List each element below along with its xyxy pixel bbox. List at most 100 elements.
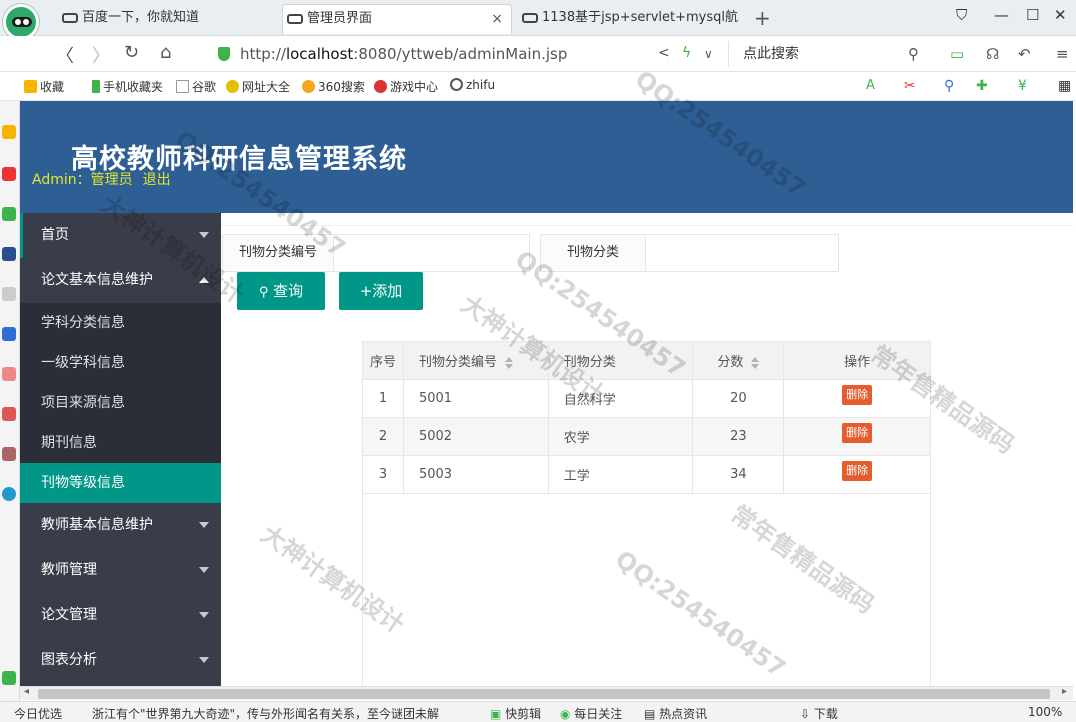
- sidebar-sub-project-source[interactable]: 项目来源信息: [20, 383, 221, 423]
- col-header-score[interactable]: 分数: [692, 341, 785, 380]
- game1-side-icon[interactable]: [2, 367, 16, 381]
- bookmark-label: 游戏中心: [390, 80, 439, 94]
- sidebar-sub-journal-level[interactable]: 刊物等级信息: [20, 463, 221, 503]
- lightning-icon[interactable]: ϟ: [682, 45, 691, 61]
- mail-side-icon[interactable]: [2, 207, 16, 221]
- col-header-code[interactable]: 刊物分类编号: [402, 341, 549, 380]
- tab-jsp[interactable]: 1138基于jsp+servlet+mysql航: [518, 4, 746, 34]
- bookmark-360[interactable]: 360搜索: [302, 78, 365, 95]
- table-row: 3 5003 工学 34 删除: [362, 455, 931, 494]
- refresh-icon[interactable]: ↻: [124, 42, 139, 63]
- close-tab-icon[interactable]: ×: [491, 5, 503, 33]
- row-code: 5002: [402, 417, 549, 456]
- quick-clip[interactable]: ▣ 快剪辑: [490, 705, 541, 722]
- sidebar-item-paper-management[interactable]: 论文管理: [20, 593, 221, 638]
- bottom-side-icon[interactable]: [2, 671, 16, 685]
- sidebar-sub-subject-category[interactable]: 学科分类信息: [20, 303, 221, 343]
- sidebar-item-teacher-management[interactable]: 教师管理: [20, 548, 221, 593]
- sort-icon[interactable]: [504, 356, 513, 369]
- col-header-action: 操作: [783, 341, 931, 380]
- download[interactable]: ⇩ 下载: [800, 705, 838, 722]
- sidebar-item-home[interactable]: 首页: [20, 213, 221, 258]
- shirt-icon[interactable]: ⛉: [956, 6, 967, 24]
- address-bar: 〈 〉 ↻ ⌂ http://localhost:8080/yttweb/adm…: [0, 36, 1076, 72]
- logout-link[interactable]: 退出: [143, 172, 171, 188]
- bookmark-sites[interactable]: 网址大全: [226, 78, 290, 95]
- row-score: 34: [692, 455, 785, 494]
- sidebar-item-label: 论文管理: [41, 607, 97, 623]
- browser-side-strip: [0, 101, 20, 701]
- sidebar-item-teacher-maintenance[interactable]: 教师基本信息维护: [20, 503, 221, 548]
- delete-button[interactable]: 删除: [842, 385, 873, 405]
- yen-icon[interactable]: ¥: [1018, 78, 1027, 94]
- doc-side-icon[interactable]: [2, 287, 16, 301]
- game3-side-icon[interactable]: [2, 447, 16, 461]
- search-icon[interactable]: ⚲: [908, 45, 919, 63]
- sidebar-sub-label: 学科分类信息: [41, 315, 125, 331]
- news-side-icon[interactable]: [2, 247, 16, 261]
- bookmark-google[interactable]: 谷歌: [176, 78, 216, 95]
- header-label: 序号: [369, 355, 396, 370]
- add-button[interactable]: +添加: [339, 272, 423, 310]
- battery-icon[interactable]: ▭: [950, 45, 964, 63]
- menu-icon[interactable]: ≡: [1056, 45, 1069, 63]
- page-icon: [176, 80, 189, 93]
- status-label: 热点资讯: [659, 707, 708, 721]
- journal-category-input[interactable]: [651, 235, 837, 271]
- back-icon[interactable]: 〈: [56, 42, 74, 68]
- chat-side-icon[interactable]: [2, 327, 16, 341]
- bookmark-zhifu[interactable]: zhifu: [450, 78, 495, 92]
- sidebar-item-chart-analysis[interactable]: 图表分析: [20, 638, 221, 683]
- arrow-side-icon[interactable]: [2, 487, 16, 501]
- horizontal-scrollbar[interactable]: ◂ ▸: [20, 686, 1073, 700]
- share-icon[interactable]: <: [658, 45, 670, 61]
- chevron-down-icon[interactable]: ∨: [704, 47, 713, 61]
- game2-side-icon[interactable]: [2, 407, 16, 421]
- query-button[interactable]: ⚲ 查询: [237, 272, 325, 310]
- delete-button[interactable]: 删除: [842, 423, 873, 443]
- journal-category-label: 刊物分类: [541, 235, 647, 271]
- scroll-left-icon[interactable]: ◂: [24, 686, 29, 697]
- bookmark-favorites[interactable]: 收藏: [24, 78, 64, 95]
- scissors-icon[interactable]: ✂: [904, 78, 916, 94]
- magnifier-icon[interactable]: ⚲: [944, 78, 954, 94]
- sort-icon[interactable]: [751, 356, 760, 369]
- browser-tab-bar: 百度一下，你就知道 管理员界面 × 1138基于jsp+servlet+mysq…: [0, 0, 1076, 40]
- sidebar-sub-journal[interactable]: 期刊信息: [20, 423, 221, 463]
- minimize-icon[interactable]: —: [994, 6, 1009, 24]
- bookmark-games[interactable]: 游戏中心: [374, 78, 438, 95]
- 360-icon: [302, 80, 315, 93]
- home-icon[interactable]: ⌂: [160, 42, 171, 63]
- row-category: 农学: [547, 417, 694, 456]
- app-header: 高校教师科研信息管理系统 Admin：管理员 退出: [20, 101, 1073, 213]
- sidebar-item-paper-maintenance[interactable]: 论文基本信息维护: [20, 258, 221, 303]
- maximize-icon[interactable]: ☐: [1026, 6, 1039, 24]
- apps-icon[interactable]: ▦: [1058, 78, 1071, 94]
- hot-news[interactable]: ▤ 热点资讯: [644, 705, 707, 722]
- translate-icon[interactable]: A: [866, 78, 875, 93]
- forward-icon[interactable]: 〉: [92, 42, 110, 68]
- tab-admin[interactable]: 管理员界面 ×: [282, 4, 512, 34]
- scroll-right-icon[interactable]: ▸: [1062, 686, 1067, 697]
- delete-button[interactable]: 删除: [842, 461, 873, 481]
- headphone-icon[interactable]: ☊: [986, 45, 999, 63]
- weibo-side-icon[interactable]: [2, 167, 16, 181]
- tab-baidu[interactable]: 百度一下，你就知道: [58, 4, 278, 34]
- today-picks[interactable]: 今日优选: [14, 705, 62, 722]
- zoom-level[interactable]: 100%: [1028, 705, 1062, 719]
- favorite-side-icon[interactable]: [2, 125, 16, 139]
- new-tab-button[interactable]: +: [754, 6, 771, 30]
- news-ticker[interactable]: 浙江有个"世界第九大奇迹"，传与外形闻名有关系，至今谜团未解: [92, 705, 454, 722]
- scrollbar-thumb[interactable]: [38, 689, 1050, 699]
- undo-icon[interactable]: ↶: [1018, 45, 1031, 63]
- search-input[interactable]: 点此搜索: [728, 41, 928, 67]
- url-input[interactable]: http://localhost:8080/yttweb/adminMain.j…: [200, 41, 720, 67]
- sidebar-sub-first-level[interactable]: 一级学科信息: [20, 343, 221, 383]
- header-label: 分数: [717, 355, 744, 370]
- sidebar-item-label: 图表分析: [41, 652, 97, 668]
- journal-code-input[interactable]: [342, 235, 528, 271]
- close-window-icon[interactable]: ✕: [1054, 6, 1067, 24]
- gamepad-icon[interactable]: ✚: [976, 78, 988, 94]
- bookmark-mobile[interactable]: 手机收藏夹: [92, 78, 163, 95]
- daily-focus[interactable]: ◉ 每日关注: [560, 705, 622, 722]
